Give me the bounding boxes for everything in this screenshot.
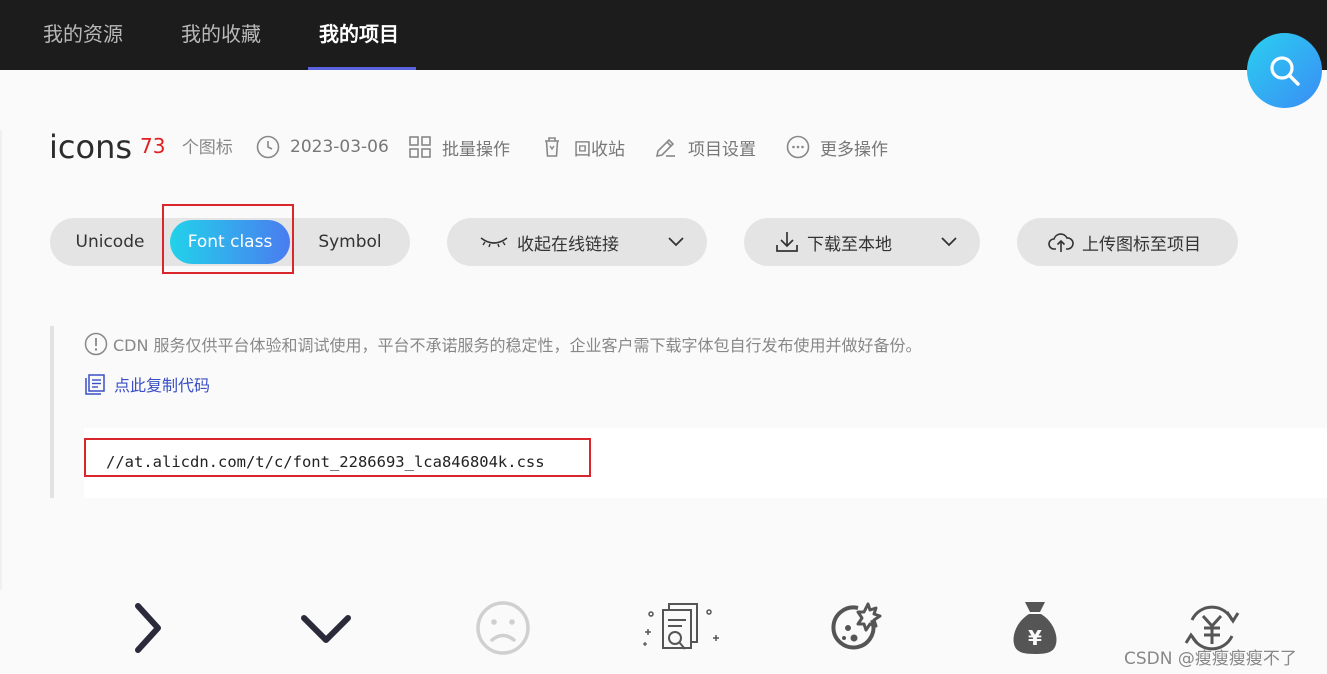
recycle-bin-button[interactable]: 回收站 [540, 133, 625, 161]
cdn-notice: CDN 服务仅供平台体验和调试使用，平台不承诺服务的稳定性，企业客户需下载字体包… [84, 332, 922, 356]
copy-code-link[interactable]: 点此复制代码 [84, 372, 210, 396]
eye-closed-icon [480, 237, 508, 248]
edit-icon [655, 138, 675, 158]
chevron-right-icon[interactable] [116, 596, 180, 660]
upload-label: 上传图标至项目 [1082, 234, 1201, 255]
download-icon [776, 232, 798, 252]
download-button[interactable]: 下载至本地 [744, 218, 980, 266]
icon-count: 73 个图标 [140, 133, 233, 158]
highlight-box-format [162, 204, 294, 274]
clock-icon [256, 135, 280, 159]
chevron-down-icon[interactable] [294, 596, 358, 660]
more-icon [786, 135, 810, 159]
money-bag-icon[interactable]: ¥ [1003, 596, 1067, 660]
cdn-notice-text: CDN 服务仅供平台体验和调试使用，平台不承诺服务的稳定性，企业客户需下载字体包… [113, 336, 922, 355]
collapse-link-label: 收起在线链接 [517, 234, 619, 255]
info-icon [84, 332, 108, 356]
trash-icon [545, 137, 559, 157]
grid-icon [409, 136, 431, 158]
project-date-text: 2023-03-06 [290, 137, 389, 157]
highlight-box-url [84, 438, 591, 477]
project-name: icons [49, 128, 133, 166]
cookie-icon[interactable] [826, 596, 890, 660]
document-search-icon[interactable] [637, 596, 721, 660]
tab-my-resources[interactable]: 我的资源 [43, 0, 123, 70]
chevron-down-icon [668, 237, 684, 247]
search-button[interactable] [1247, 33, 1322, 108]
copy-code-label: 点此复制代码 [114, 376, 211, 395]
cdn-panel-accent [50, 326, 54, 498]
svg-text:¥: ¥ [1028, 626, 1042, 650]
page-divider [0, 130, 2, 590]
upload-button[interactable]: 上传图标至项目 [1017, 218, 1238, 266]
format-unicode[interactable]: Unicode [50, 218, 170, 266]
chevron-down-icon [941, 237, 957, 247]
format-symbol[interactable]: Symbol [290, 218, 410, 266]
project-settings-label: 项目设置 [688, 139, 756, 160]
more-actions-button[interactable]: 更多操作 [786, 133, 888, 161]
collapse-link-button[interactable]: 收起在线链接 [447, 218, 707, 266]
cloud-upload-icon [1048, 233, 1074, 252]
tab-my-projects[interactable]: 我的项目 [319, 0, 399, 70]
batch-operation-button[interactable]: 批量操作 [408, 133, 510, 161]
batch-operation-label: 批量操作 [442, 139, 510, 160]
icon-count-label: 个图标 [181, 138, 233, 158]
sad-face-icon[interactable] [471, 596, 535, 660]
icon-count-number: 73 [140, 134, 166, 158]
download-label: 下载至本地 [807, 234, 892, 255]
more-actions-label: 更多操作 [820, 139, 888, 160]
search-icon [1269, 55, 1300, 86]
active-tab-indicator [308, 67, 416, 70]
top-nav: 我的资源 我的收藏 我的项目 [0, 0, 1327, 70]
recycle-bin-label: 回收站 [574, 139, 625, 160]
project-date: 2023-03-06 [256, 133, 389, 161]
watermark: CSDN @瘦瘦瘦瘦不了 [1124, 649, 1297, 669]
project-settings-button[interactable]: 项目设置 [654, 133, 756, 161]
tab-my-favorites[interactable]: 我的收藏 [181, 0, 261, 70]
copy-icon [85, 374, 105, 395]
